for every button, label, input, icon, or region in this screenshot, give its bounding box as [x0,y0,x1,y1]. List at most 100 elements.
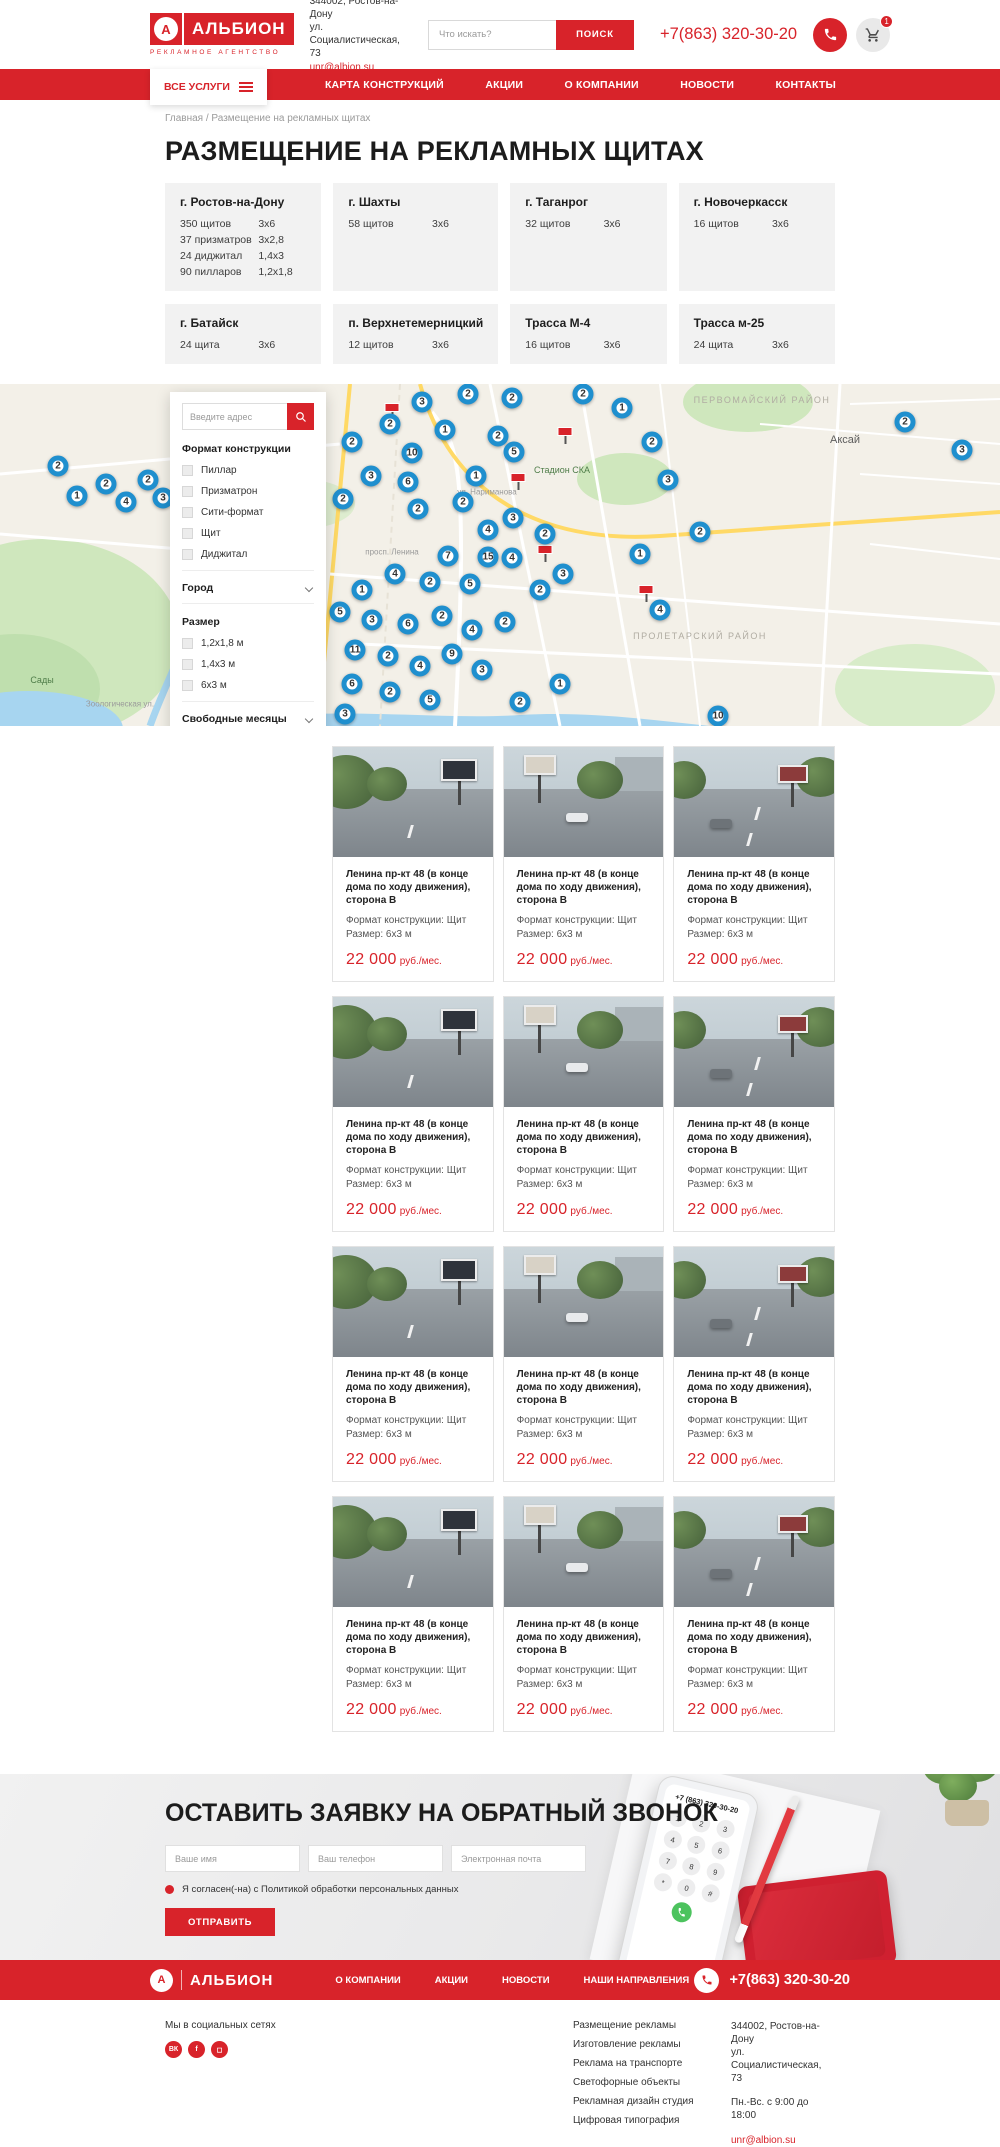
map-billboard-marker[interactable] [538,545,553,554]
map-cluster-marker[interactable]: 2 [690,522,711,543]
city-card[interactable]: г. Батайск24 щита3х6 [165,304,321,364]
map-billboard-marker[interactable] [385,403,400,412]
callback-field-1[interactable] [308,1845,443,1872]
filter-option-format[interactable]: Щит [182,528,314,539]
map-cluster-marker[interactable]: 5 [420,690,441,711]
footer-service-link[interactable]: Реклама на транспорте [573,2058,731,2069]
map-cluster-marker[interactable]: 1 [612,398,633,419]
map-cluster-marker[interactable]: 2 [895,412,916,433]
footer-service-link[interactable]: Размещение рекламы [573,2020,731,2031]
footer-nav-item[interactable]: АКЦИИ [435,1975,468,1986]
map-cluster-marker[interactable]: 2 [458,384,479,405]
map-cluster-marker[interactable]: 4 [385,564,406,585]
map-cluster-marker[interactable]: 4 [116,492,137,513]
map-cluster-marker[interactable]: 5 [330,602,351,623]
map-cluster-marker[interactable]: 2 [495,612,516,633]
all-services-button[interactable]: ВСЕ УСЛУГИ [150,69,267,105]
product-card[interactable]: Ленина пр-кт 48 (в конце дома по ходу дв… [673,746,835,982]
map-cluster-marker[interactable]: 5 [504,442,525,463]
map-cluster-marker[interactable]: 2 [502,388,523,409]
filter-option-format[interactable]: Призматрон [182,486,314,497]
map-cluster-marker[interactable]: 2 [408,499,429,520]
map-cluster-marker[interactable]: 2 [642,432,663,453]
map-cluster-marker[interactable]: 3 [952,440,973,461]
nav-item[interactable]: НОВОСТИ [680,79,734,91]
map-cluster-marker[interactable]: 2 [48,456,69,477]
footer-nav-item[interactable]: НОВОСТИ [502,1975,550,1986]
filter-option-size[interactable]: 1,2х1,8 м [182,638,314,649]
map-cluster-marker[interactable]: 10 [402,443,423,464]
header-phone[interactable]: +7(863) 320-30-20 [660,25,797,44]
nav-item[interactable]: КОНТАКТЫ [776,79,836,91]
nav-item[interactable]: АКЦИИ [485,79,523,91]
footer-nav-item[interactable]: О КОМПАНИИ [335,1975,400,1986]
footer-service-link[interactable]: Изготовление рекламы [573,2039,731,2050]
map-cluster-marker[interactable]: 11 [345,640,366,661]
footer-nav-item[interactable]: НАШИ НАПРАВЛЕНИЯ [584,1975,690,1986]
map-cluster-marker[interactable]: 2 [535,524,556,545]
map-cluster-marker[interactable]: 2 [138,470,159,491]
map-address-search-button[interactable] [287,403,314,430]
map-cluster-marker[interactable]: 6 [398,472,419,493]
map-cluster-marker[interactable]: 1 [550,674,571,695]
footer-service-link[interactable]: Светофорные объекты [573,2077,731,2088]
search-input[interactable] [428,20,556,50]
footer-phone[interactable]: +7(863) 320-30-20 [729,1972,850,1988]
map-cluster-marker[interactable]: 2 [380,682,401,703]
product-card[interactable]: Ленина пр-кт 48 (в конце дома по ходу дв… [673,1246,835,1482]
map-cluster-marker[interactable]: 2 [488,426,509,447]
map-cluster-marker[interactable]: 2 [573,384,594,405]
product-card[interactable]: Ленина пр-кт 48 (в конце дома по ходу дв… [332,746,494,982]
map-cluster-marker[interactable]: 4 [650,600,671,621]
map-cluster-marker[interactable]: 2 [333,489,354,510]
map-cluster-marker[interactable]: 3 [361,466,382,487]
map-cluster-marker[interactable]: 2 [378,646,399,667]
filter-option-format[interactable]: Пиллар [182,465,314,476]
consent-checkbox[interactable] [165,1885,174,1894]
callback-field-0[interactable] [165,1845,300,1872]
map-cluster-marker[interactable]: 3 [412,392,433,413]
city-card[interactable]: Трасса м-2524 щита3х6 [679,304,835,364]
map-cluster-marker[interactable]: 3 [335,704,356,725]
product-card[interactable]: Ленина пр-кт 48 (в конце дома по ходу дв… [332,996,494,1232]
map-cluster-marker[interactable]: 1 [466,466,487,487]
nav-item[interactable]: О КОМПАНИИ [565,79,639,91]
filter-option-format[interactable]: Сити-формат [182,507,314,518]
instagram-icon[interactable]: ◻ [211,2041,228,2058]
map-cluster-marker[interactable]: 5 [460,574,481,595]
submit-button[interactable]: ОТПРАВИТЬ [165,1908,275,1936]
filter-option-size[interactable]: 1,4х3 м [182,659,314,670]
map-cluster-marker[interactable]: 2 [453,492,474,513]
search-button[interactable]: ПОИСК [556,20,634,50]
map-cluster-marker[interactable]: 1 [352,580,373,601]
footer-email-link[interactable]: unr@albion.su [731,2134,796,2147]
product-card[interactable]: Ленина пр-кт 48 (в конце дома по ходу дв… [503,746,665,982]
construction-map[interactable]: Формат конструкции ПилларПризматронСити-… [0,384,1000,726]
filter-option-format[interactable]: Диджитал [182,549,314,560]
map-cluster-marker[interactable]: 4 [410,656,431,677]
map-billboard-marker[interactable] [639,585,654,594]
map-cluster-marker[interactable]: 3 [472,660,493,681]
city-card[interactable]: г. Таганрог32 щитов3х6 [510,183,666,291]
map-cluster-marker[interactable]: 1 [435,420,456,441]
map-cluster-marker[interactable]: 3 [503,508,524,529]
city-card[interactable]: п. Верхнетемерницкий12 щитов3х6 [333,304,498,364]
map-cluster-marker[interactable]: 15 [478,547,499,568]
footer-logo[interactable]: А АЛЬБИОН [150,1969,273,1992]
map-cluster-marker[interactable]: 3 [658,470,679,491]
map-cluster-marker[interactable]: 1 [630,544,651,565]
map-cluster-marker[interactable]: 9 [442,644,463,665]
cart-button[interactable]: 1 [856,18,890,52]
product-card[interactable]: Ленина пр-кт 48 (в конце дома по ходу дв… [503,996,665,1232]
map-billboard-marker[interactable] [558,427,573,436]
map-cluster-marker[interactable]: 4 [478,520,499,541]
map-cluster-marker[interactable]: 6 [342,674,363,695]
filter-city-section[interactable]: Город [182,570,314,603]
product-card[interactable]: Ленина пр-кт 48 (в конце дома по ходу дв… [332,1246,494,1482]
filter-months-section[interactable]: Свободные месяцы [182,701,314,726]
city-card[interactable]: Трасса М-416 щитов3х6 [510,304,666,364]
callback-phone-button[interactable] [813,18,847,52]
footer-service-link[interactable]: Рекламная дизайн студия [573,2096,731,2107]
map-cluster-marker[interactable]: 3 [362,610,383,631]
map-billboard-marker[interactable] [511,473,526,482]
